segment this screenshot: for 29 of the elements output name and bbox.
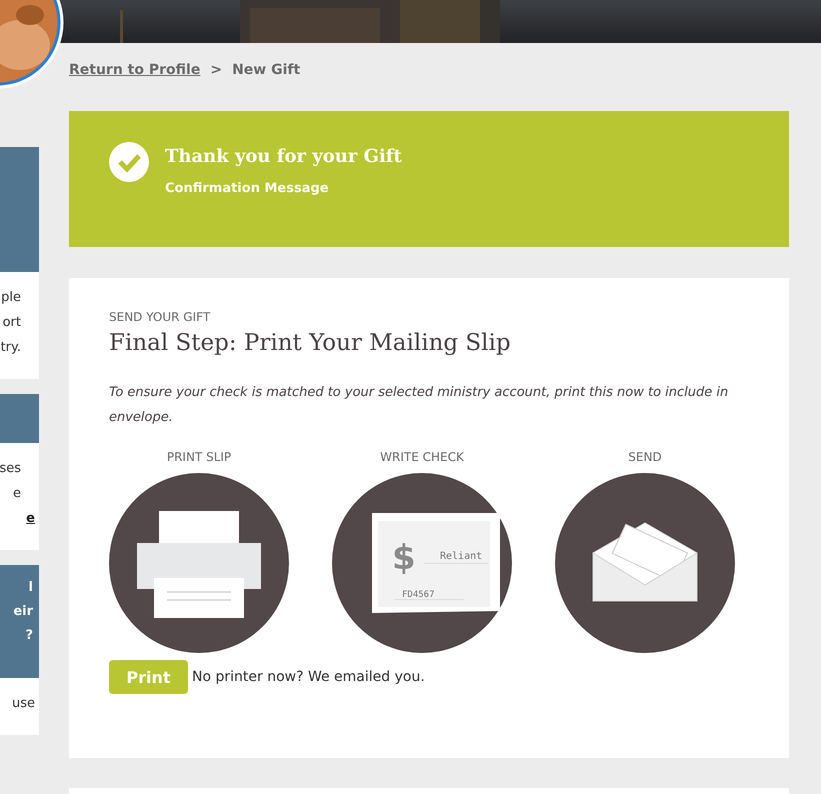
breadcrumb-separator: >	[210, 62, 222, 78]
printer-icon	[137, 511, 261, 618]
sidebar-text: ort	[2, 314, 22, 332]
sidebar-text: use	[12, 695, 36, 713]
breadcrumb-current: New Gift	[232, 62, 300, 78]
payee-text: Reliant	[440, 551, 482, 562]
step-label: WRITE CHECK	[380, 450, 464, 464]
step-label: PRINT SLIP	[166, 450, 232, 464]
dollar-sign: $	[392, 538, 416, 578]
memo-text: FD4567	[402, 590, 435, 600]
banner-title: Thank you for your Gift	[165, 146, 402, 167]
banner-subtitle: Confirmation Message	[165, 181, 330, 196]
sidebar-text: e	[13, 485, 22, 503]
sidebar-text: try.	[0, 339, 22, 357]
sidebar-text: ple	[1, 289, 22, 307]
section-label: SEND YOUR GIFT	[109, 310, 212, 324]
return-link[interactable]: Return to Profile	[69, 62, 200, 78]
sidebar-link[interactable]: e	[26, 509, 39, 528]
card-title: Final Step: Print Your Mailing Slip	[109, 330, 512, 356]
step-label: SEND	[628, 450, 662, 464]
sidebar-heading-text: l	[28, 579, 34, 597]
sidebar-heading-text: ?	[25, 627, 34, 645]
instructions-text: To ensure your check is matched to your selected ministry account, print this now to include in envelope.	[109, 384, 730, 427]
sidebar-heading-text: eir	[13, 603, 34, 621]
envelope-icon	[592, 522, 698, 602]
sidebar-text: ses	[0, 460, 22, 478]
sidebar-card-header	[0, 394, 39, 443]
checkmark-icon	[109, 142, 149, 182]
printer-note: No printer now? We emailed you.	[192, 669, 425, 685]
